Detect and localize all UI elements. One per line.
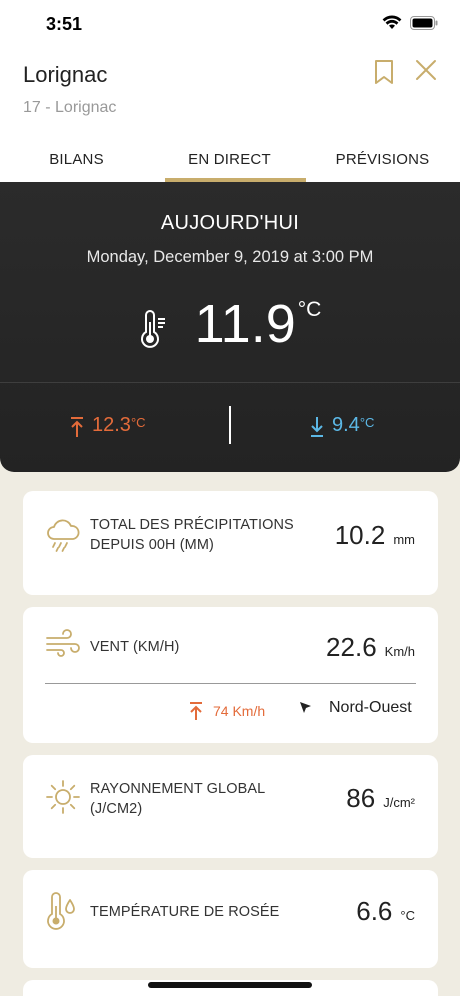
rain-cloud-icon xyxy=(47,519,80,552)
wind-gust: 74 Km/h xyxy=(189,701,265,721)
precipitation-label-line1: TOTAL DES PRÉCIPITATIONS xyxy=(90,517,294,533)
wind-card[interactable]: VENT (KM/H) 22.6 Km/h 74 Km/h Nord-Ouest xyxy=(23,607,438,743)
hero-title: AUJOURD'HUI xyxy=(160,212,300,234)
tab-bar: BILANS EN DIRECT PRÉVISIONS xyxy=(0,146,460,182)
direction-arrow-icon xyxy=(300,702,311,713)
status-icons xyxy=(382,15,438,31)
dewpoint-value: 6.6 °C xyxy=(356,896,415,927)
arrow-up-icon xyxy=(190,702,202,720)
wind-direction-value: Nord-Ouest xyxy=(329,699,412,716)
wifi-icon xyxy=(382,15,402,29)
radiation-label: RAYONNEMENT GLOBAL (J/CM2) xyxy=(90,779,265,819)
dewpoint-unit: °C xyxy=(400,908,415,923)
wind-gust-value: 74 Km/h xyxy=(213,703,266,719)
precipitation-card[interactable]: TOTAL DES PRÉCIPITATIONS DEPUIS 00H (MM)… xyxy=(23,491,438,595)
precipitation-unit: mm xyxy=(393,532,415,547)
min-temperature: 9.4 °C xyxy=(310,414,374,438)
tab-previsions[interactable]: PRÉVISIONS xyxy=(306,146,459,182)
precipitation-number: 10.2 xyxy=(334,520,386,550)
close-button[interactable] xyxy=(414,58,438,87)
wind-direction: Nord-Ouest xyxy=(299,699,412,717)
min-temperature-unit: °C xyxy=(359,415,375,430)
dewpoint-thermometer-icon xyxy=(47,892,75,930)
current-temperature-value: 11.9 xyxy=(194,294,296,354)
arrow-up-icon xyxy=(71,417,83,437)
radiation-card[interactable]: RAYONNEMENT GLOBAL (J/CM2) 86 J/cm² xyxy=(23,755,438,858)
sun-icon xyxy=(46,780,80,814)
max-temperature: 12.3 °C xyxy=(70,414,146,438)
status-time: 3:51 xyxy=(46,14,83,34)
dewpoint-number: 6.6 xyxy=(356,896,393,926)
tab-en-direct[interactable]: EN DIRECT xyxy=(153,146,306,182)
header: Lorignac 17 - Lorignac BILANS EN DIRECT … xyxy=(0,50,460,182)
wind-value: 22.6 Km/h xyxy=(326,632,415,663)
station-subtitle: 17 - Lorignac xyxy=(23,99,117,116)
arrow-down-icon xyxy=(311,417,323,437)
divider xyxy=(0,382,460,383)
radiation-value: 86 J/cm² xyxy=(346,783,415,814)
bookmark-icon xyxy=(375,60,393,84)
status-bar: 3:51 xyxy=(0,0,460,50)
home-indicator[interactable] xyxy=(148,982,312,988)
close-icon xyxy=(416,60,436,80)
hero-date: Monday, December 9, 2019 at 3:00 PM xyxy=(86,248,374,266)
thermometer-icon xyxy=(140,310,165,348)
wind-unit: Km/h xyxy=(384,644,415,659)
current-temperature-unit: °C xyxy=(297,298,322,321)
current-temperature: 11.9 °C xyxy=(0,292,460,356)
max-temperature-value: 12.3 xyxy=(92,414,131,436)
precipitation-label-line2: DEPUIS 00H (MM) xyxy=(90,537,214,553)
radiation-label-line1: RAYONNEMENT GLOBAL xyxy=(90,781,266,797)
wind-divider xyxy=(45,683,416,684)
min-max-row: 12.3 °C 9.4 °C xyxy=(0,404,460,446)
radiation-number: 86 xyxy=(346,783,376,813)
radiation-unit: J/cm² xyxy=(383,795,415,810)
max-temperature-unit: °C xyxy=(130,415,146,430)
wind-label: VENT (KM/H) xyxy=(90,639,180,655)
wind-icon xyxy=(46,629,80,657)
tab-bilans[interactable]: BILANS xyxy=(0,146,153,182)
precipitation-value: 10.2 mm xyxy=(335,520,415,551)
dewpoint-label: TEMPÉRATURE DE ROSÉE xyxy=(90,904,280,920)
station-name: Lorignac xyxy=(23,62,108,87)
current-conditions-panel: AUJOURD'HUI Monday, December 9, 2019 at … xyxy=(0,182,460,472)
precipitation-label: TOTAL DES PRÉCIPITATIONS DEPUIS 00H (MM) xyxy=(90,515,294,555)
min-max-separator xyxy=(229,406,231,444)
min-temperature-value: 9.4 xyxy=(332,414,360,436)
bookmark-button[interactable] xyxy=(372,58,396,91)
wind-number: 22.6 xyxy=(326,632,377,662)
dewpoint-card[interactable]: TEMPÉRATURE DE ROSÉE 6.6 °C xyxy=(23,870,438,968)
radiation-label-line2: (J/CM2) xyxy=(90,801,143,817)
battery-icon xyxy=(410,16,438,30)
